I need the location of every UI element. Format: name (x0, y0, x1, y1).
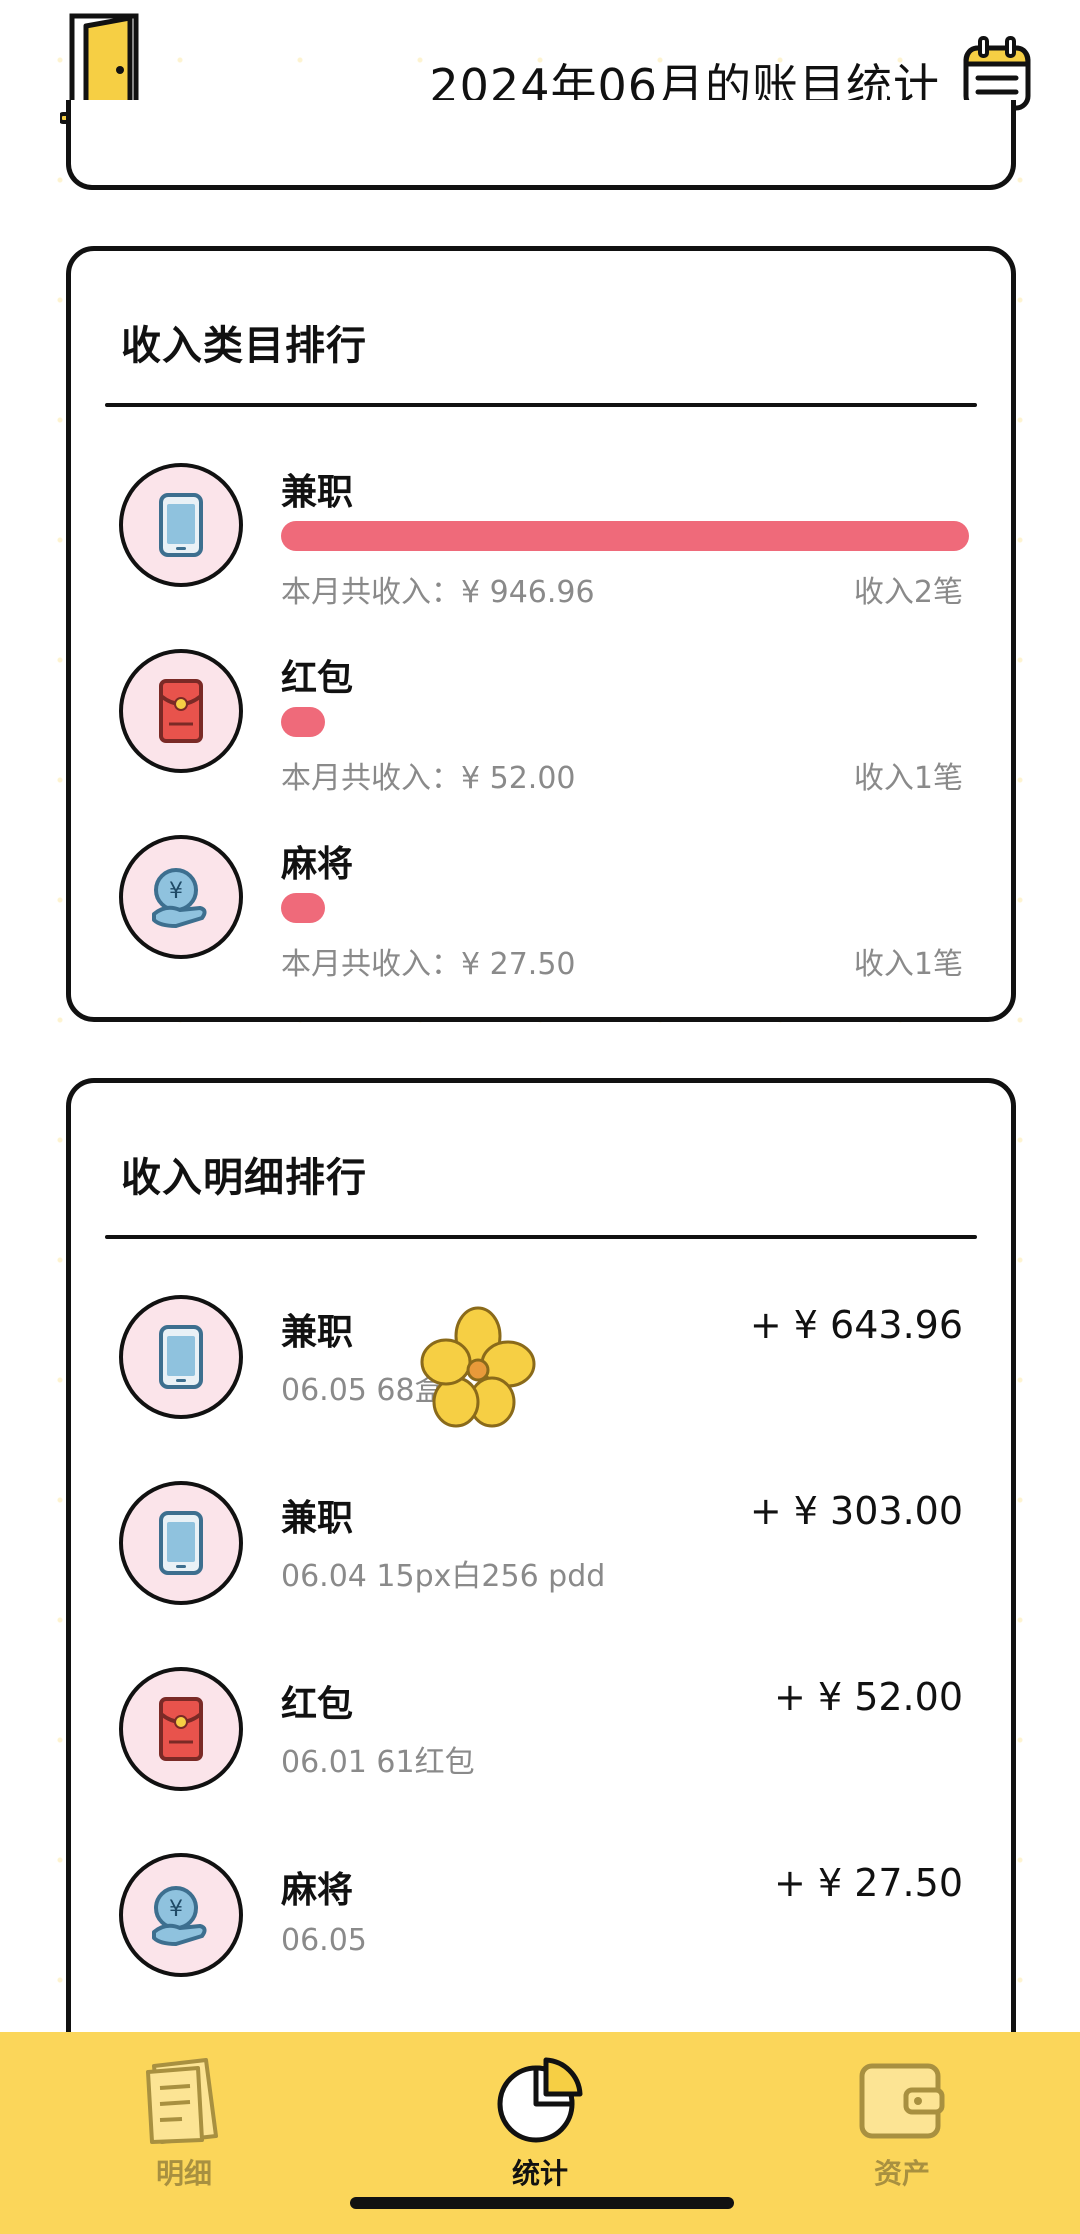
money-bag-icon: ¥ (119, 835, 243, 959)
pie-chart-icon (497, 2057, 583, 2143)
category-name: 兼职 (281, 472, 354, 513)
detail-row[interactable]: 兼职 06.04 15px白256 pdd + ¥ 303.00 (71, 1481, 1011, 1667)
red-envelope-icon (119, 649, 243, 773)
detail-name: 红包 (281, 1684, 354, 1725)
flower-sticker-icon (420, 1306, 536, 1428)
detail-row[interactable]: ¥ 麻将 06.05 + ¥ 27.50 (71, 1853, 1011, 2039)
wallet-icon (859, 2063, 945, 2139)
detail-row[interactable]: 兼职 06.05 68盒 + ¥ 643.96 (71, 1295, 1011, 1481)
tab-details[interactable]: 明细 (104, 2052, 264, 2192)
red-envelope-icon (119, 1667, 243, 1791)
detail-name: 兼职 (281, 1312, 354, 1353)
category-row-mahjong[interactable]: ¥ 麻将 本月共收入：¥ 27.50 收入1笔 (71, 835, 1011, 1021)
category-row-parttime[interactable]: 兼职 本月共收入：¥ 946.96 收入2笔 (71, 463, 1011, 649)
category-name: 麻将 (281, 844, 354, 885)
tab-label: 统计 (511, 2157, 568, 2190)
detail-note: 06.05 (281, 1923, 367, 1958)
category-total: 本月共收入：¥ 52.00 (281, 761, 576, 796)
divider (105, 403, 977, 407)
phone-icon (119, 1295, 243, 1419)
phone-icon (119, 463, 243, 587)
category-count: 收入2笔 (853, 575, 963, 610)
detail-note: 06.01 61红包 (281, 1745, 475, 1780)
detail-name: 兼职 (281, 1498, 354, 1539)
svg-text:¥: ¥ (169, 1897, 183, 1922)
category-name: 红包 (281, 658, 354, 699)
svg-text:¥: ¥ (169, 879, 183, 904)
category-count: 收入1笔 (853, 761, 963, 796)
income-detail-card: 收入明细排行 兼职 06.05 68盒 + ¥ 643.96 兼职 06.04 … (66, 1078, 1016, 2158)
income-category-card: 收入类目排行 兼职 本月共收入：¥ 946.96 收入2笔 红包 本月共收入：¥… (66, 246, 1016, 1022)
category-row-redpacket[interactable]: 红包 本月共收入：¥ 52.00 收入1笔 (71, 649, 1011, 835)
notebook-icon (146, 2058, 218, 2144)
progress-bar (281, 707, 969, 737)
card-title: 收入类目排行 (121, 323, 367, 369)
category-total: 本月共收入：¥ 27.50 (281, 947, 576, 982)
money-bag-icon: ¥ (119, 1853, 243, 1977)
progress-bar (281, 893, 969, 923)
summary-card-remnant (66, 100, 1016, 190)
card-title: 收入明细排行 (121, 1155, 367, 1201)
tab-label: 资产 (873, 2157, 930, 2190)
divider (105, 1235, 977, 1239)
detail-amount: + ¥ 27.50 (774, 1861, 963, 1905)
tab-statistics[interactable]: 统计 (460, 2052, 620, 2192)
detail-name: 麻将 (281, 1870, 354, 1911)
tab-label: 明细 (155, 2157, 212, 2190)
progress-bar (281, 521, 969, 551)
detail-amount: + ¥ 52.00 (774, 1675, 963, 1719)
detail-amount: + ¥ 643.96 (749, 1303, 963, 1347)
category-total: 本月共收入：¥ 946.96 (281, 575, 595, 610)
tab-assets[interactable]: 资产 (822, 2052, 982, 2192)
detail-amount: + ¥ 303.00 (749, 1489, 963, 1533)
home-indicator[interactable] (350, 2197, 734, 2209)
phone-icon (119, 1481, 243, 1605)
detail-row[interactable]: 红包 06.01 61红包 + ¥ 52.00 (71, 1667, 1011, 1853)
detail-note: 06.04 15px白256 pdd (281, 1559, 606, 1594)
category-count: 收入1笔 (853, 947, 963, 982)
